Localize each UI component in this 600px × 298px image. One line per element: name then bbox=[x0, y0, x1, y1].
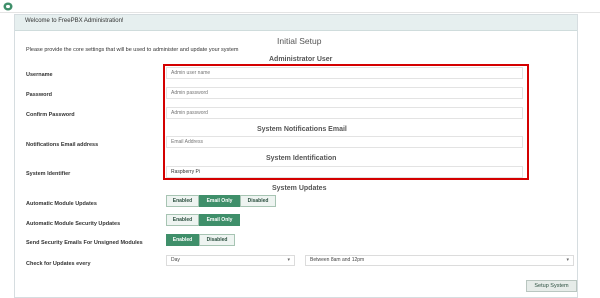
auto-updates-enabled-button[interactable]: Enabled bbox=[166, 195, 199, 207]
page-title: Initial Setup bbox=[277, 36, 322, 46]
section-updates: System Updates bbox=[272, 185, 327, 192]
security-updates-email-only-button[interactable]: Email Only bbox=[199, 214, 240, 226]
auto-updates-disabled-button[interactable]: Disabled bbox=[240, 195, 276, 207]
confirm-password-input[interactable] bbox=[166, 107, 523, 119]
freepbx-logo-icon[interactable] bbox=[3, 2, 13, 11]
auto-updates-email-only-button[interactable]: Email Only bbox=[199, 195, 240, 207]
update-window-select[interactable]: Between 8am and 12pm ▾ bbox=[305, 255, 574, 266]
section-notifications: System Notifications Email bbox=[257, 126, 347, 133]
system-identifier-input[interactable] bbox=[166, 166, 523, 178]
auto-security-updates-toggle: Enabled Email Only bbox=[166, 214, 240, 226]
notifications-email-label: Notifications Email address bbox=[26, 142, 99, 148]
setup-system-button[interactable]: Setup System bbox=[526, 280, 577, 292]
check-updates-label: Check for Updates every bbox=[26, 261, 91, 267]
update-frequency-select[interactable]: Day ▾ bbox=[166, 255, 295, 266]
intro-text: Please provide the core settings that wi… bbox=[26, 47, 239, 53]
auto-module-updates-toggle: Enabled Email Only Disabled bbox=[166, 195, 276, 207]
top-bar bbox=[0, 0, 600, 13]
chevron-down-icon: ▾ bbox=[566, 257, 569, 263]
security-emails-disabled-button[interactable]: Disabled bbox=[199, 234, 235, 246]
username-input[interactable] bbox=[166, 67, 523, 79]
send-security-emails-label: Send Security Emails For Unsigned Module… bbox=[26, 240, 143, 246]
update-window-value: Between 8am and 12pm bbox=[310, 257, 365, 263]
username-label: Username bbox=[26, 72, 53, 78]
panel-header: Welcome to FreePBX Administration! bbox=[15, 15, 577, 31]
welcome-text: Welcome to FreePBX Administration! bbox=[25, 18, 124, 24]
security-emails-enabled-button[interactable]: Enabled bbox=[166, 234, 199, 246]
notifications-email-input[interactable] bbox=[166, 136, 523, 148]
auto-security-updates-label: Automatic Module Security Updates bbox=[26, 221, 121, 227]
auto-module-updates-label: Automatic Module Updates bbox=[26, 201, 97, 207]
chevron-down-icon: ▾ bbox=[287, 257, 290, 263]
confirm-password-label: Confirm Password bbox=[26, 112, 75, 118]
password-label: Password bbox=[26, 92, 52, 98]
system-identifier-label: System Identifier bbox=[26, 171, 71, 177]
section-identification: System Identification bbox=[266, 155, 337, 162]
password-input[interactable] bbox=[166, 87, 523, 99]
security-updates-enabled-button[interactable]: Enabled bbox=[166, 214, 199, 226]
section-admin-user: Administrator User bbox=[269, 56, 333, 63]
update-frequency-value: Day bbox=[171, 257, 180, 263]
send-security-emails-toggle: Enabled Disabled bbox=[166, 234, 235, 246]
